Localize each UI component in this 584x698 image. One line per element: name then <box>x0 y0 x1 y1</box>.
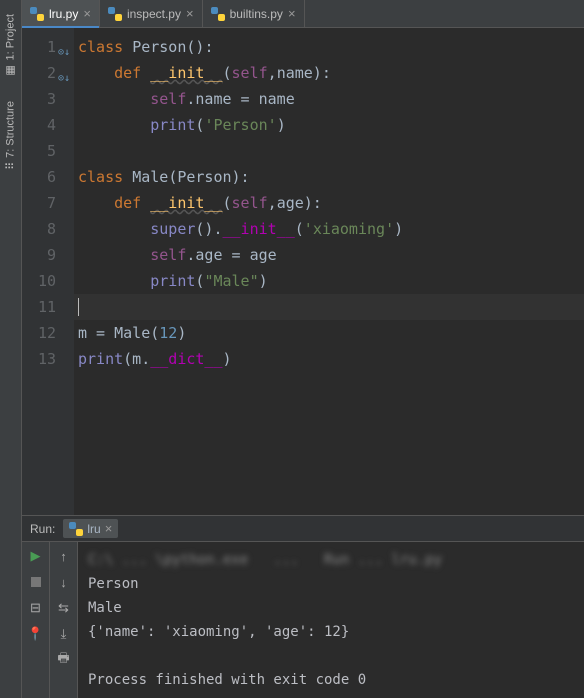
up-icon[interactable]: ↑ <box>56 548 72 564</box>
structure-icon: ⠿ <box>4 162 17 170</box>
print-icon[interactable]: 🖶 <box>56 652 72 668</box>
python-file-icon <box>211 7 225 21</box>
run-configuration-tab[interactable]: lru × <box>63 519 118 538</box>
tab-label: lru.py <box>49 7 78 21</box>
pin-icon[interactable]: 📍 <box>28 626 44 642</box>
python-file-icon <box>30 7 44 21</box>
line-number-gutter: 1⊙↓2⊙↓345678910111213 <box>22 28 74 515</box>
run-toolwindow: Run: lru × ▶ ⊟ 📍 ↑ ↓ ⇆ ⤓ 🖶 C:\ ... \pyth… <box>22 515 584 698</box>
run-tab-label: lru <box>87 522 100 536</box>
python-file-icon <box>108 7 122 21</box>
down-icon[interactable]: ↓ <box>56 574 72 590</box>
console-output[interactable]: C:\ ... \python.exe ... Run ... lru.pyPe… <box>78 542 584 698</box>
close-icon[interactable]: × <box>288 6 296 21</box>
project-label: 1: Project <box>5 14 17 60</box>
rerun-icon[interactable]: ▶ <box>28 548 44 564</box>
python-file-icon <box>69 522 83 536</box>
main-area: lru.py × inspect.py × builtins.py × 1⊙↓2… <box>22 0 584 698</box>
run-primary-toolbar: ▶ ⊟ 📍 <box>22 542 50 698</box>
run-secondary-toolbar: ↑ ↓ ⇆ ⤓ 🖶 <box>50 542 78 698</box>
close-icon[interactable]: × <box>186 6 194 21</box>
close-icon[interactable]: × <box>83 6 91 21</box>
tab-label: inspect.py <box>127 7 181 21</box>
soft-wrap-icon[interactable]: ⇆ <box>56 600 72 616</box>
tab-label: builtins.py <box>230 7 283 21</box>
close-icon[interactable]: × <box>105 521 113 536</box>
project-toolwindow-button[interactable]: ▦ 1: Project <box>4 8 17 83</box>
tab-builtins[interactable]: builtins.py × <box>203 0 305 27</box>
scroll-to-end-icon[interactable]: ⤓ <box>56 626 72 642</box>
project-icon: ▦ <box>4 64 17 77</box>
layout-icon[interactable]: ⊟ <box>28 600 44 616</box>
run-body: ▶ ⊟ 📍 ↑ ↓ ⇆ ⤓ 🖶 C:\ ... \python.exe ... … <box>22 542 584 698</box>
editor-tabs: lru.py × inspect.py × builtins.py × <box>22 0 584 28</box>
run-label: Run: <box>30 522 55 536</box>
left-toolwindow-bar: ▦ 1: Project ⠿ 7: Structure <box>0 0 22 698</box>
structure-toolwindow-button[interactable]: ⠿ 7: Structure <box>4 95 17 176</box>
structure-label: 7: Structure <box>5 101 17 158</box>
tab-lru[interactable]: lru.py × <box>22 0 100 27</box>
tab-inspect[interactable]: inspect.py × <box>100 0 203 27</box>
stop-icon[interactable] <box>28 574 44 590</box>
run-header: Run: lru × <box>22 516 584 542</box>
code-editor[interactable]: 1⊙↓2⊙↓345678910111213 class Person(): de… <box>22 28 584 515</box>
code-content[interactable]: class Person(): def __init__(self,name):… <box>74 28 584 515</box>
